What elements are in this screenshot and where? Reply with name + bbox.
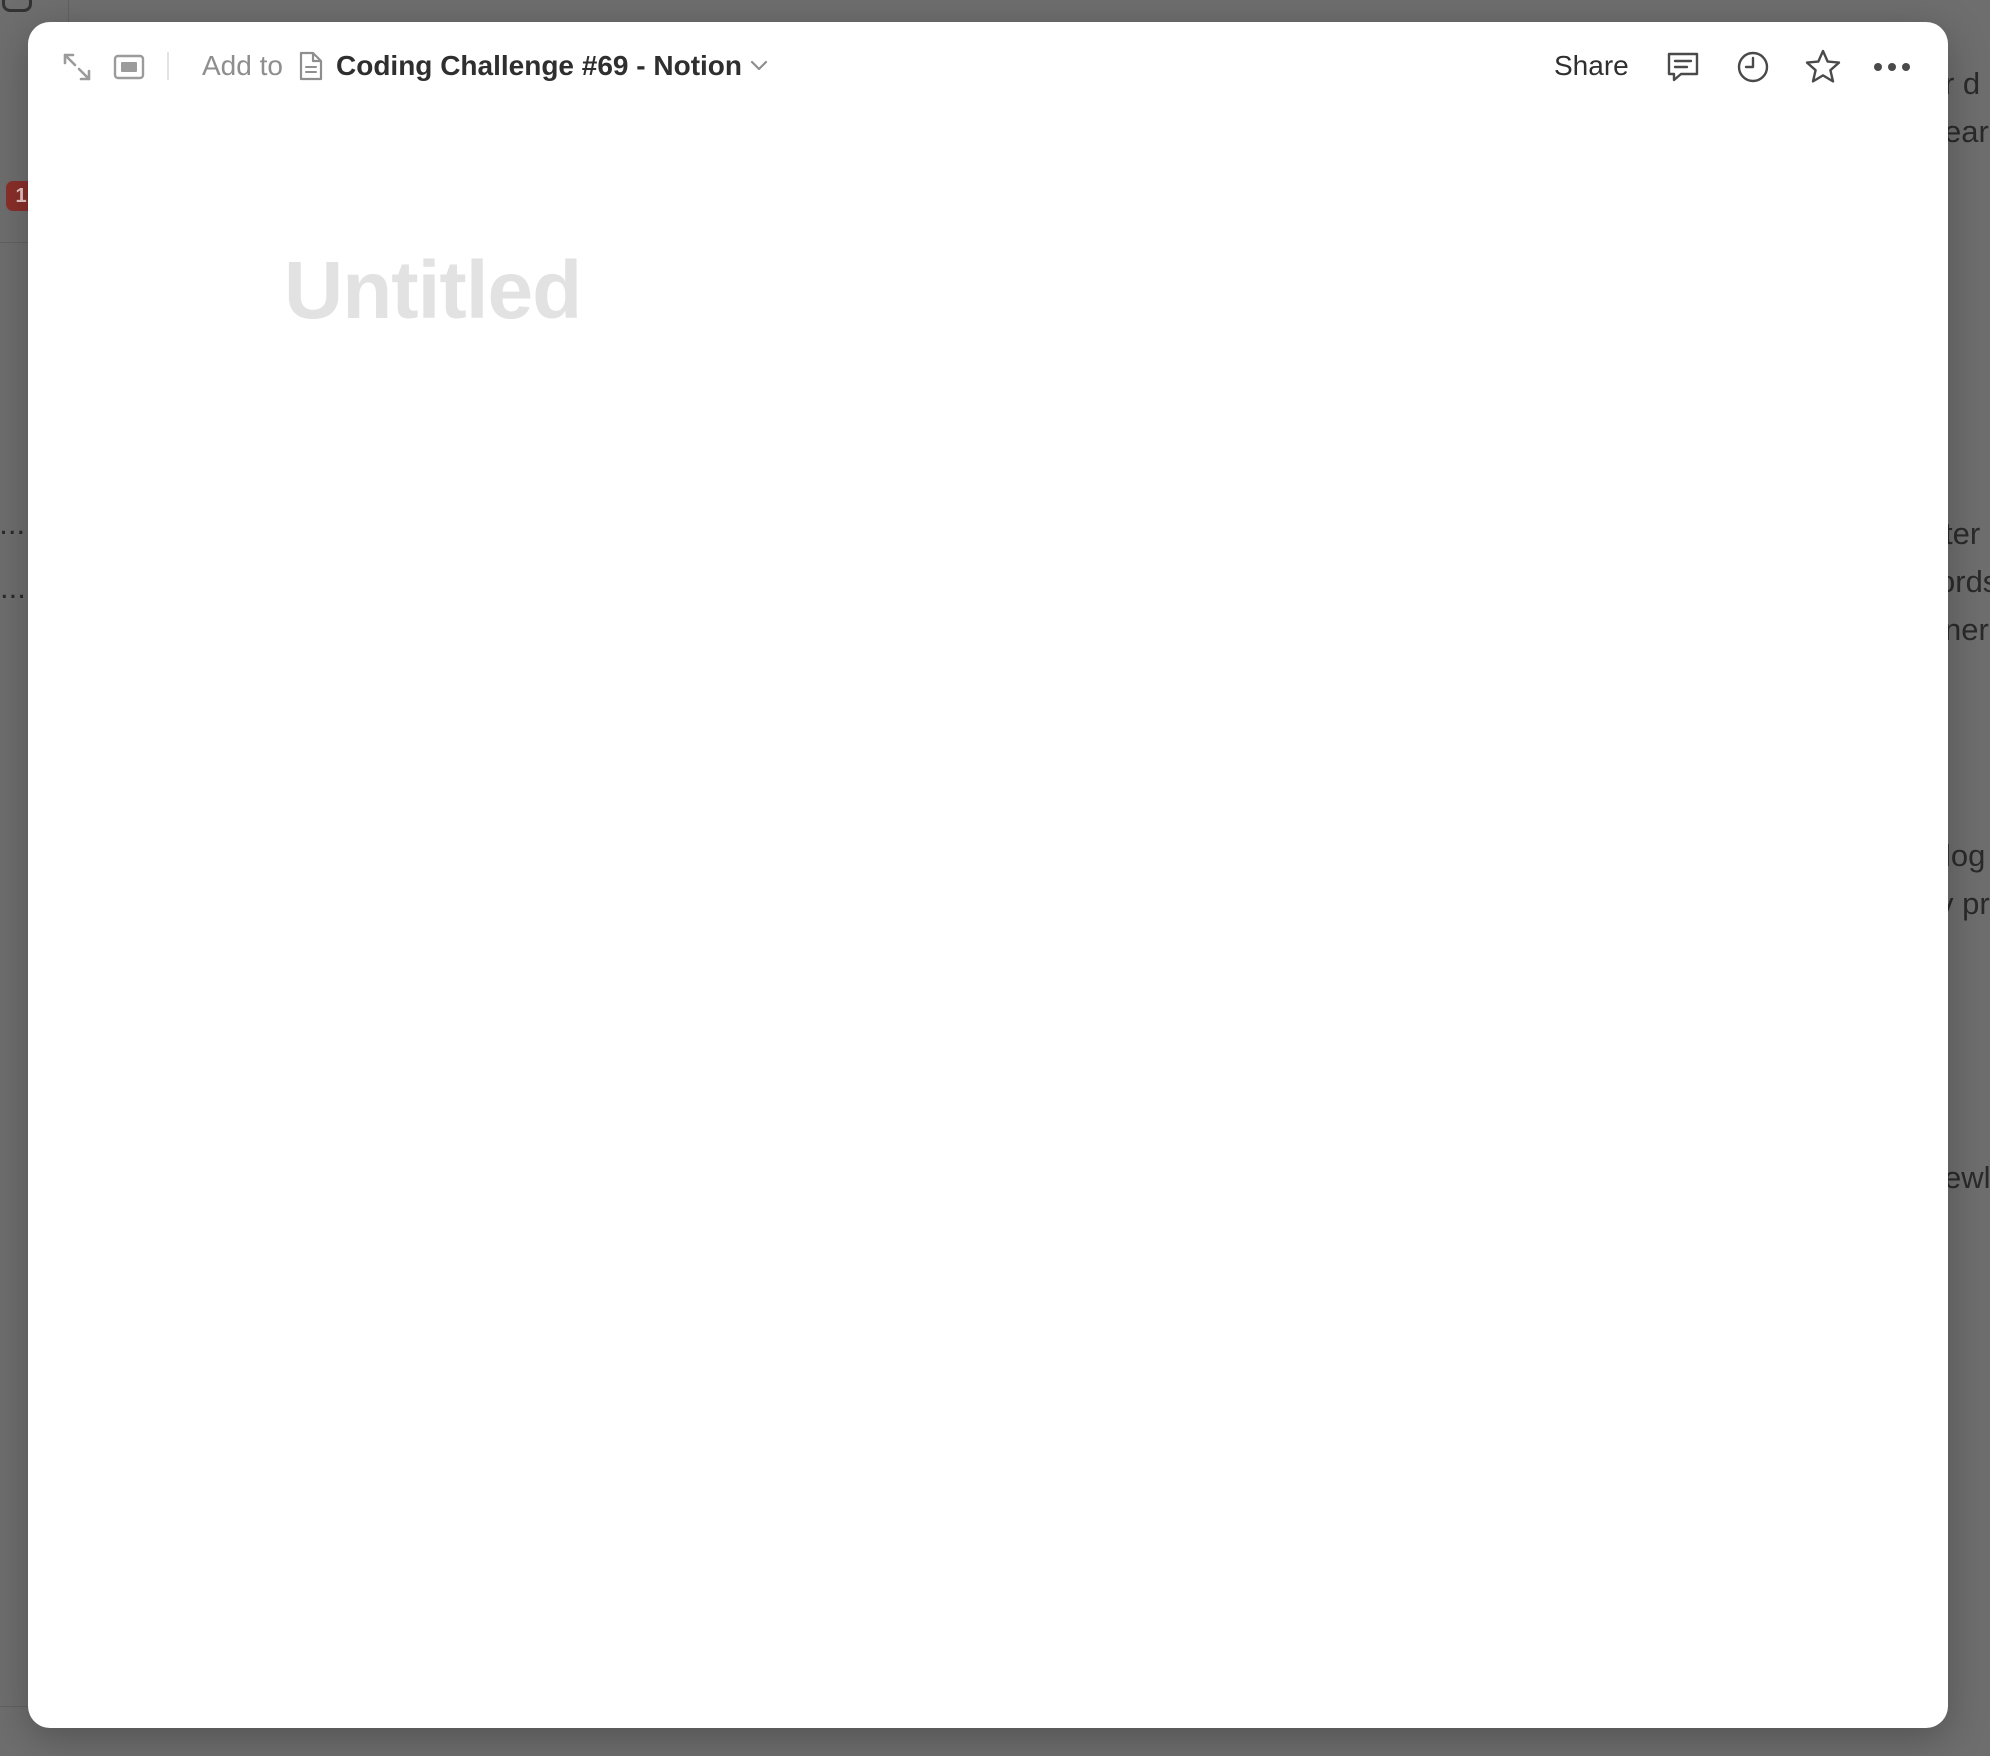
share-button[interactable]: Share xyxy=(1554,50,1629,82)
open-full-page-button[interactable] xyxy=(56,46,98,88)
breadcrumb-title: Coding Challenge #69 - Notion xyxy=(336,50,743,81)
background-text-fragment: r d xyxy=(1944,66,1981,101)
background-text-fragment: log xyxy=(1944,838,1986,873)
clock-icon xyxy=(1737,51,1769,83)
background-text-fragment: ewl xyxy=(1944,1160,1990,1195)
page-document-icon xyxy=(299,51,323,81)
more-options-button[interactable] xyxy=(1868,44,1916,90)
updates-button[interactable] xyxy=(1730,44,1776,90)
peek-mode-button[interactable] xyxy=(108,46,150,88)
peek-topbar: Add to Coding Challenge #69 - Notion Sha… xyxy=(28,22,1948,110)
chevron-down-icon xyxy=(750,60,768,71)
more-horizontal-icon xyxy=(1874,63,1910,71)
expand-arrows-icon xyxy=(63,53,91,81)
page-peek-modal: Add to Coding Challenge #69 - Notion Sha… xyxy=(28,22,1948,1728)
page-title-placeholder[interactable]: Untitled xyxy=(284,250,582,332)
toolbar-divider xyxy=(167,52,169,80)
background-text-fragment: ter xyxy=(1944,516,1981,551)
background-new-page-icon xyxy=(2,0,32,12)
breadcrumb-parent-page[interactable]: Coding Challenge #69 - Notion xyxy=(298,48,768,84)
background-divider xyxy=(0,242,30,243)
background-text-fragment: ear xyxy=(1944,114,1989,149)
star-icon xyxy=(1805,49,1841,83)
background-text-fragment: ner xyxy=(1944,612,1989,647)
background-text-fragment: o... xyxy=(0,506,26,541)
comments-button[interactable] xyxy=(1660,44,1706,90)
background-text-fragment: ... xyxy=(0,570,26,605)
favorite-button[interactable] xyxy=(1800,44,1846,90)
background-divider xyxy=(0,1706,30,1707)
comment-icon xyxy=(1667,52,1699,82)
center-peek-icon xyxy=(113,54,145,80)
add-to-label: Add to xyxy=(202,50,283,81)
